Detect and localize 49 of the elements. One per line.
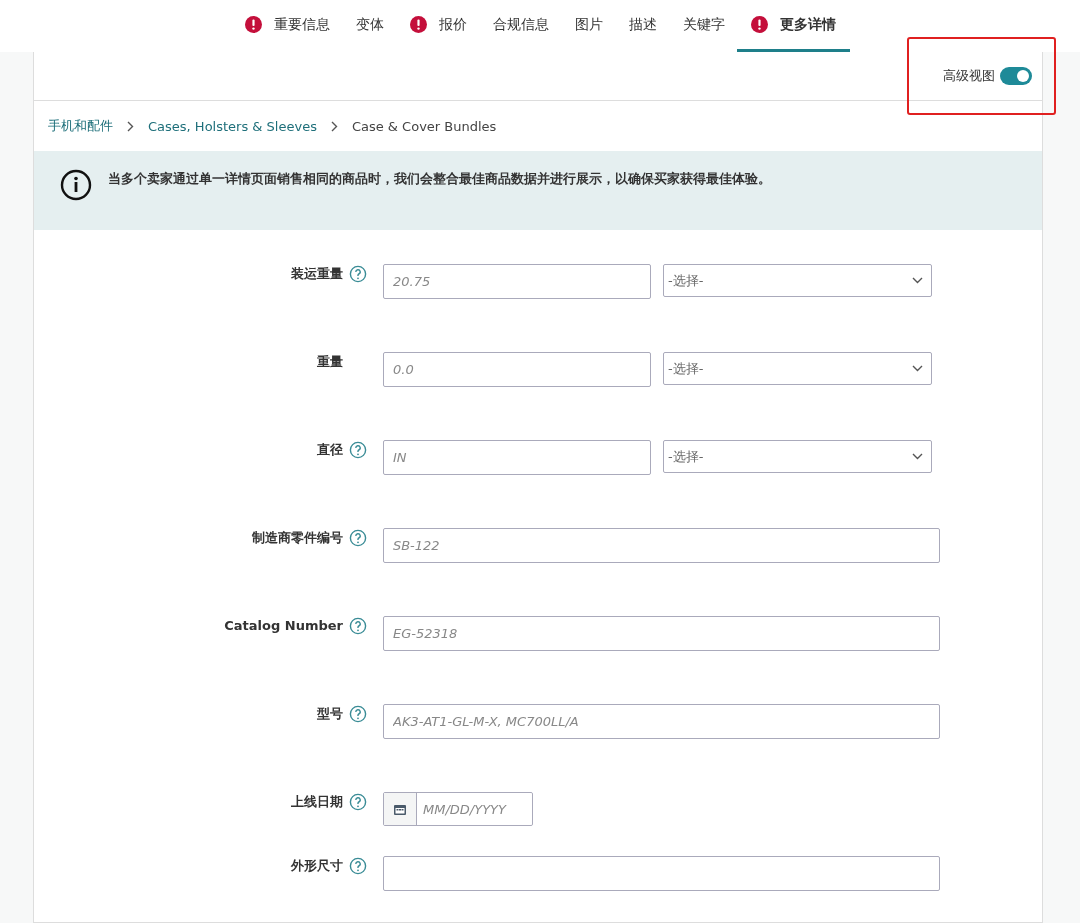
input-field[interactable]: AK3-AT1-GL-M-X, MC700LL/A (383, 704, 940, 739)
advanced-view-toggle[interactable] (1000, 67, 1032, 85)
breadcrumb-link[interactable]: 手机和配件 (48, 117, 113, 135)
help-icon[interactable] (349, 441, 367, 459)
error-icon (409, 16, 427, 33)
help-icon[interactable] (349, 857, 367, 875)
input-field[interactable] (383, 856, 940, 891)
help-icon[interactable] (349, 529, 367, 547)
chevron-icon (912, 453, 923, 460)
help-icon[interactable] (349, 265, 367, 283)
unit-dropdown[interactable]: -选择- (663, 264, 932, 297)
chevron-icon (912, 365, 923, 372)
help-icon[interactable] (349, 705, 367, 723)
field-label: 外形尺寸 (290, 857, 344, 875)
error-icon (244, 16, 262, 33)
field-label: 重量 (316, 353, 344, 371)
chevron-right-icon (127, 120, 134, 132)
help-icon[interactable] (349, 793, 367, 811)
notice-text: 当多个卖家通过单一详情页面销售相同的商品时，我们会整合最佳商品数据并进行展示，以确保买家获得最佳体验。 (108, 171, 771, 188)
unit-dropdown[interactable]: -选择- (663, 352, 932, 385)
field-label: 直径 (316, 441, 344, 459)
toggle-label: 高级视图 (943, 67, 995, 85)
date-field[interactable]: MM/DD/YYYY (383, 792, 533, 826)
tab[interactable]: 关键字 (668, 0, 739, 52)
breadcrumb-link[interactable]: Cases, Holsters & Sleeves (148, 118, 317, 134)
tab[interactable]: 合规信息 (478, 0, 563, 52)
tab[interactable]: 重要信息 (230, 0, 344, 52)
calendar-icon[interactable] (394, 803, 406, 815)
field-label: Catalog Number (223, 617, 344, 635)
input-field[interactable]: SB-122 (383, 528, 940, 563)
breadcrumb-current: Case & Cover Bundles (351, 118, 497, 134)
field-label: 装运重量 (290, 265, 344, 283)
input-field[interactable]: 0.0 (383, 352, 651, 387)
help-icon[interactable] (349, 617, 367, 635)
chevron-icon (912, 277, 923, 284)
tab[interactable]: 图片 (560, 0, 617, 52)
chevron-right-icon (330, 120, 338, 132)
error-icon (750, 16, 768, 33)
info-icon (60, 169, 92, 201)
field-label: 制造商零件编号 (251, 529, 344, 547)
unit-dropdown[interactable]: -选择- (663, 440, 932, 473)
tab[interactable]: 报价 (395, 0, 481, 52)
field-label: 上线日期 (290, 793, 344, 811)
input-field[interactable]: EG-52318 (383, 616, 940, 651)
field-label: 型号 (316, 705, 344, 723)
input-field[interactable]: 20.75 (383, 264, 651, 299)
tab[interactable]: 变体 (341, 0, 398, 52)
input-field[interactable]: IN (383, 440, 651, 475)
tab[interactable]: 描述 (614, 0, 671, 52)
